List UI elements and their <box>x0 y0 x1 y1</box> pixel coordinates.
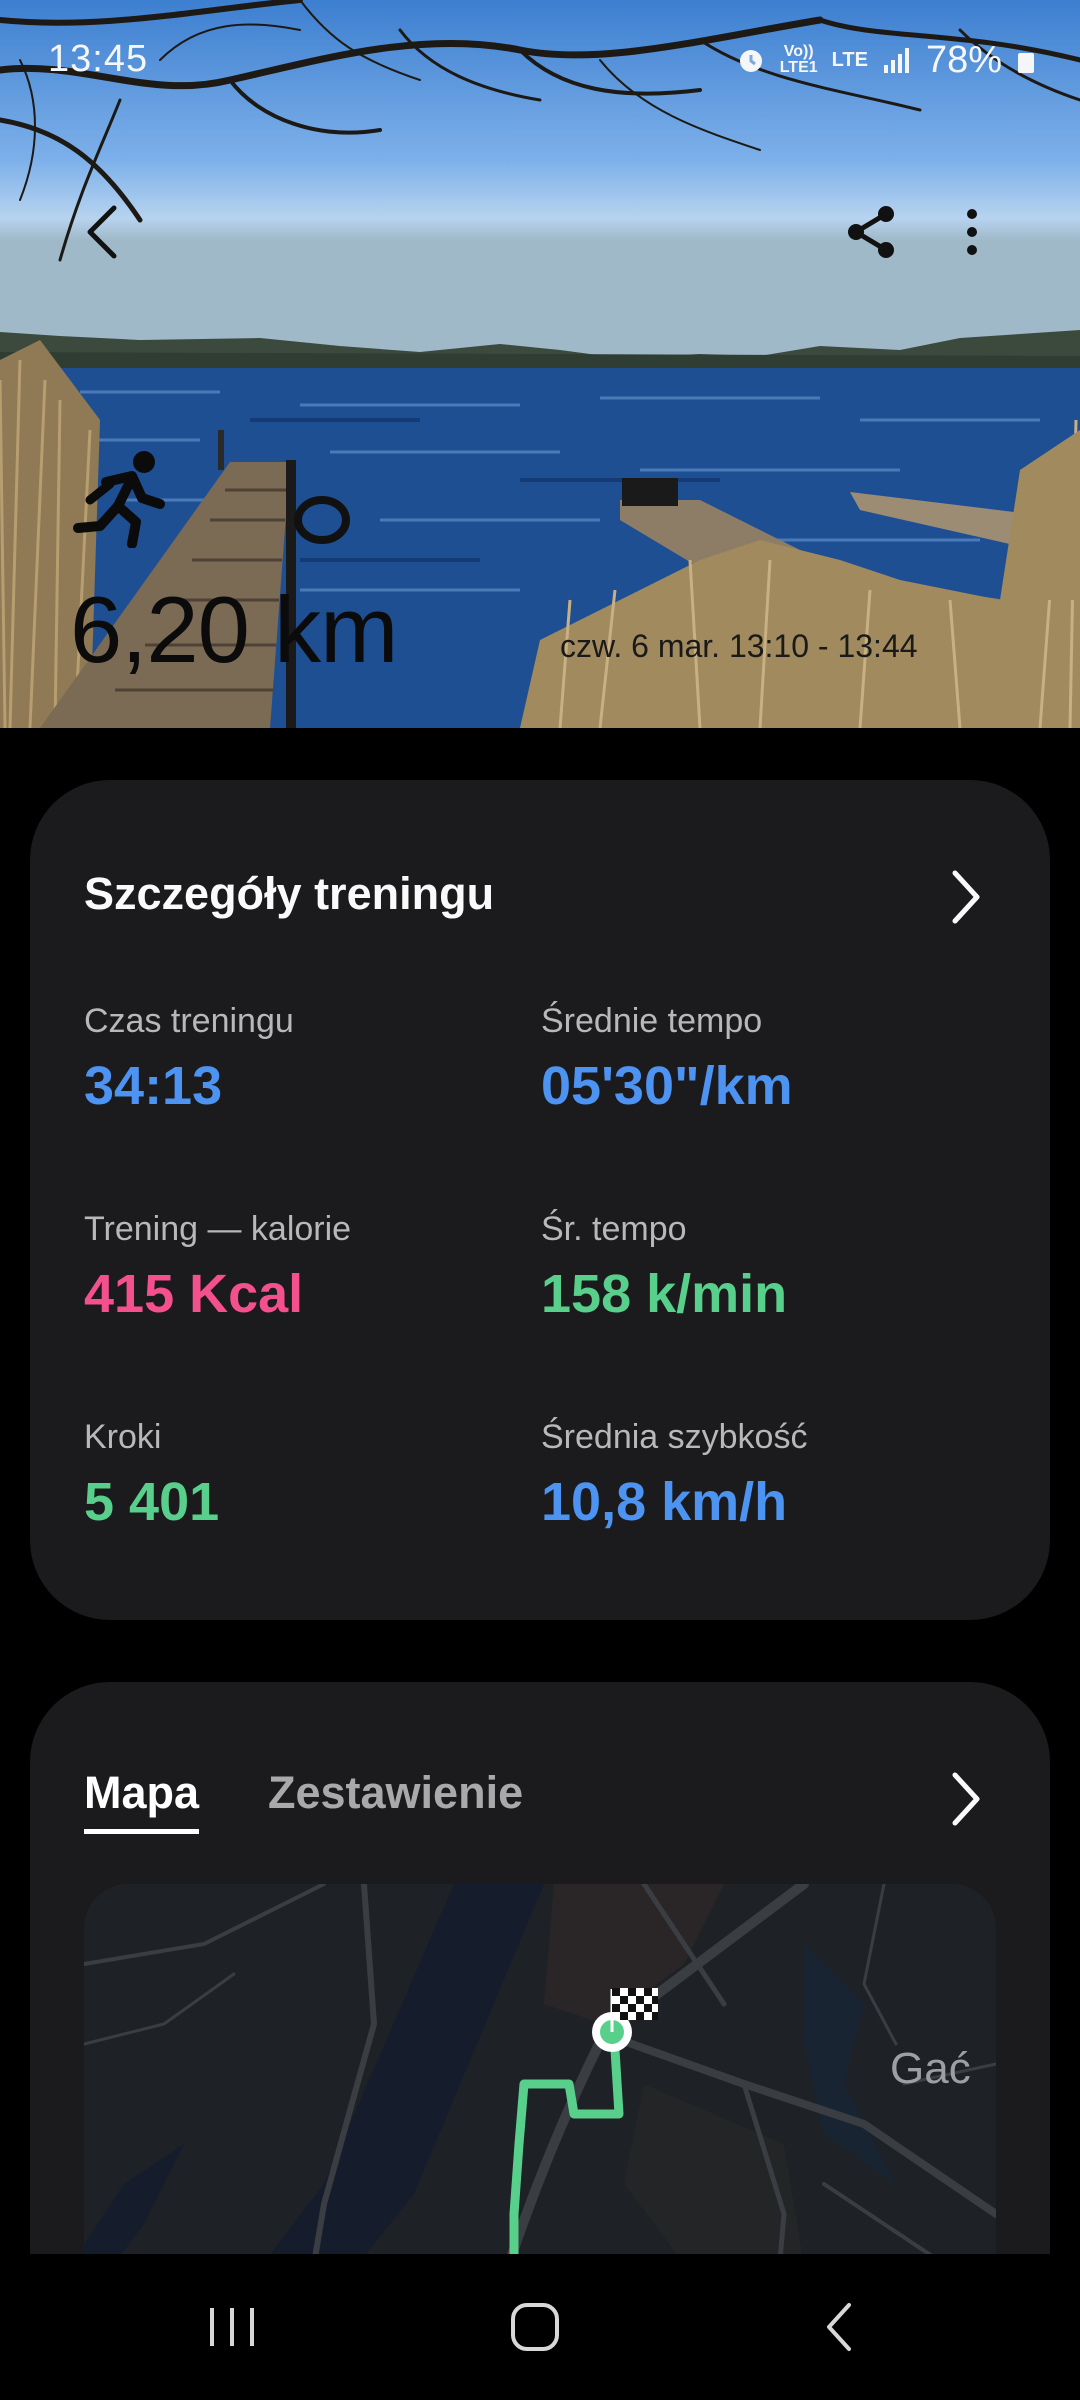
back-button[interactable] <box>64 190 148 274</box>
status-time: 13:45 <box>48 38 149 80</box>
stat-label: Trening — kalorie <box>84 1210 352 1248</box>
workout-datetime: czw. 6 mar. 13:10 - 13:44 <box>560 628 918 664</box>
recent-apps-icon <box>210 2308 254 2346</box>
stat-steps: Kroki 5 401 <box>84 1418 219 1533</box>
running-person-icon <box>73 451 165 548</box>
hero-photo: 13:45 Vo)) LTE1 LTE 78% 6,20 km czw. 6 m… <box>0 0 1080 728</box>
stat-value: 05'30"/km <box>541 1056 793 1116</box>
battery-percent: 78% <box>925 38 1002 81</box>
tab-map[interactable]: Mapa <box>84 1767 200 1834</box>
stat-value: 34:13 <box>84 1056 223 1116</box>
more-vertical-icon <box>967 209 977 255</box>
signal-icon <box>883 48 909 73</box>
volte-sub-label: LTE1 <box>779 59 818 76</box>
stat-label: Kroki <box>84 1418 162 1456</box>
stat-average-pace: Średnie tempo 05'30"/km <box>541 1002 793 1117</box>
stat-value: 10,8 km/h <box>541 1472 788 1532</box>
alarm-icon <box>739 50 762 72</box>
card-title: Szczegóły treningu <box>84 868 495 919</box>
stat-value: 158 k/min <box>541 1264 788 1324</box>
share-icon <box>848 206 894 258</box>
details-open-button[interactable] <box>930 862 1000 932</box>
stat-label: Śr. tempo <box>541 1210 687 1248</box>
stat-calories: Trening — kalorie 415 Kcal <box>84 1210 351 1325</box>
recent-apps-button[interactable] <box>152 2254 312 2400</box>
workout-details-card: Szczegóły treningu Czas treningu 34:13 Ś… <box>30 780 1050 1620</box>
network-type: LTE <box>831 49 868 71</box>
volte-label: Vo)) <box>783 43 814 60</box>
chevron-right-icon <box>952 1772 980 1826</box>
status-icons: Vo)) LTE1 LTE 78% <box>736 38 1036 82</box>
system-back-button[interactable] <box>760 2254 920 2400</box>
battery-icon <box>1018 53 1034 73</box>
stat-label: Średnia szybkość <box>541 1418 808 1456</box>
stat-value: 415 Kcal <box>84 1264 304 1324</box>
chevron-right-icon <box>952 870 980 924</box>
home-icon <box>511 2303 559 2351</box>
stat-average-speed: Średnia szybkość 10,8 km/h <box>541 1418 807 1533</box>
stat-cadence: Śr. tempo 158 k/min <box>541 1210 787 1325</box>
chevron-left-icon <box>87 205 117 259</box>
distance-value: 6,20 km <box>70 577 398 682</box>
map-open-button[interactable] <box>930 1764 1000 1834</box>
home-button[interactable] <box>455 2254 615 2400</box>
share-button[interactable] <box>830 190 914 274</box>
stat-label: Czas treningu <box>84 1002 294 1040</box>
map-place-label: Gać <box>890 2044 971 2093</box>
stat-value: 5 401 <box>84 1472 220 1532</box>
tab-summary[interactable]: Zestawienie <box>268 1767 523 1829</box>
back-arrow-icon <box>827 2303 851 2351</box>
more-options-button[interactable] <box>930 190 1014 274</box>
stat-workout-time: Czas treningu 34:13 <box>84 1002 294 1117</box>
system-navigation-bar <box>0 2254 1080 2400</box>
volte-indicator: Vo)) LTE1 <box>780 44 818 76</box>
stat-label: Średnie tempo <box>541 1002 763 1040</box>
status-bar: 13:45 Vo)) LTE1 LTE 78% <box>0 0 1080 120</box>
